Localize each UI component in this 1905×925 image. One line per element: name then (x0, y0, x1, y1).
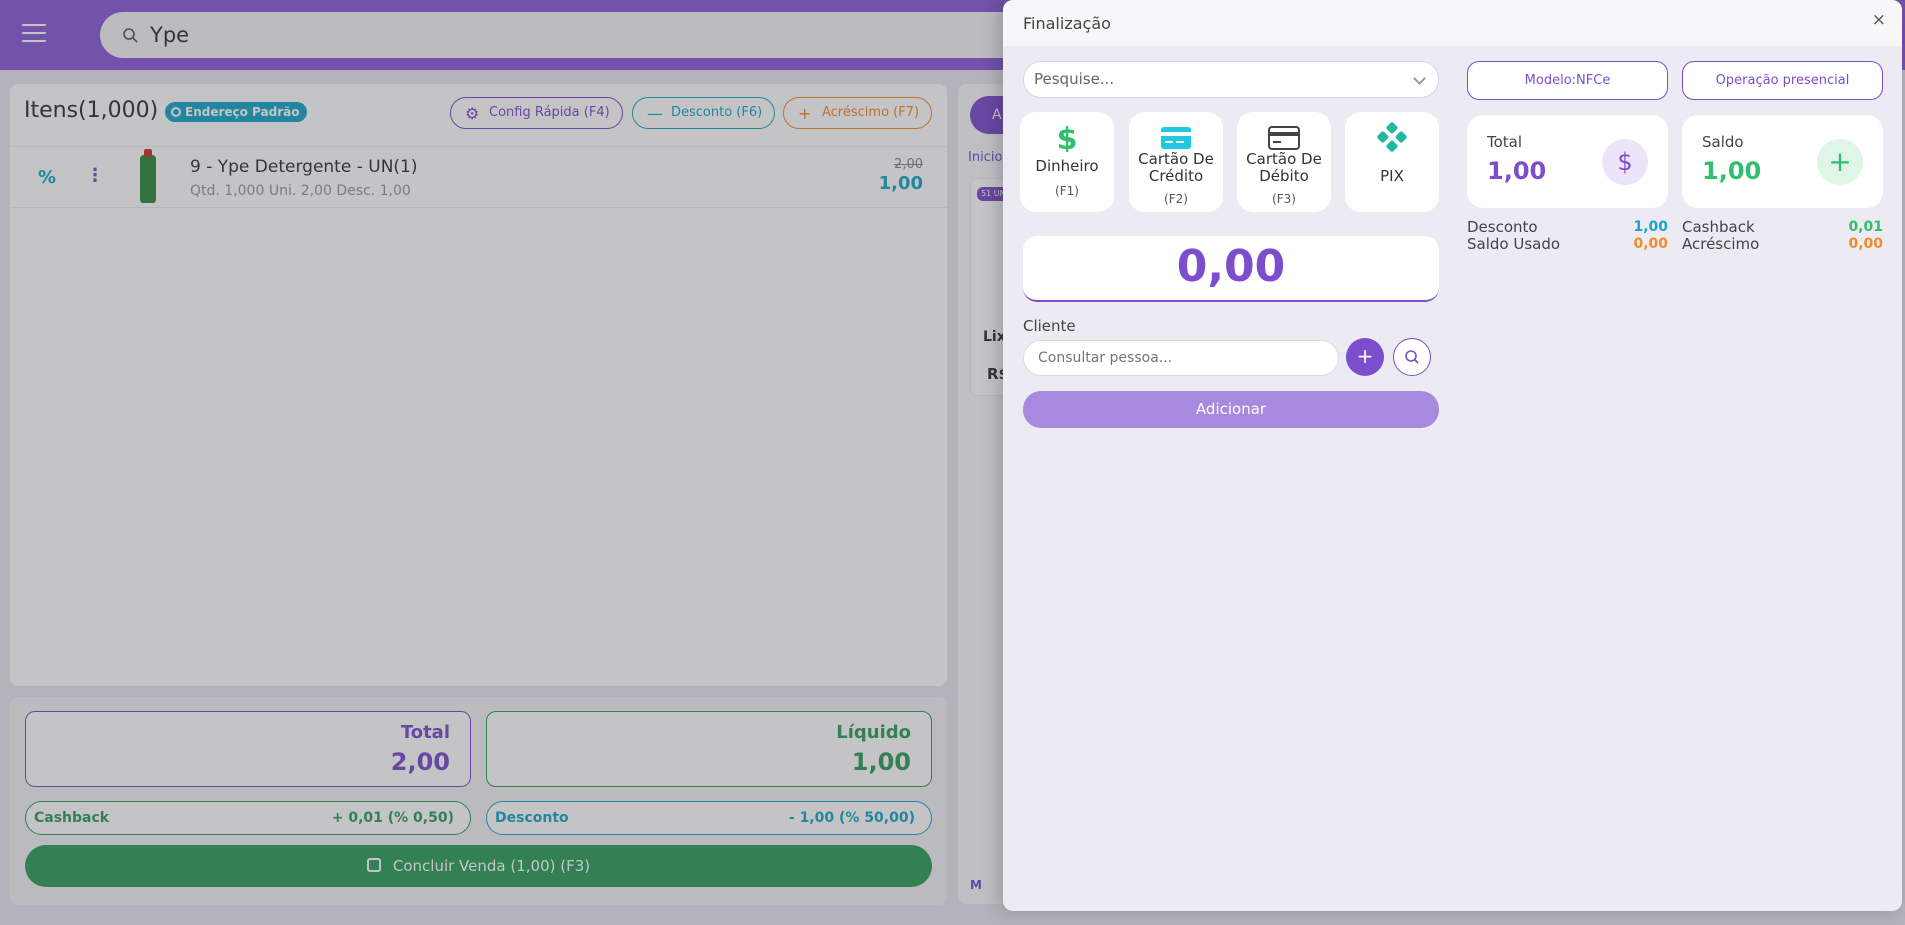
saldo-card: Saldo 1,00 + (1682, 115, 1883, 208)
method-dinheiro[interactable]: $ Dinheiro (F1) (1020, 112, 1114, 212)
acrescimo-detail-label: Acréscimo (1682, 235, 1760, 253)
credit-card-icon (1161, 127, 1191, 149)
saldo-card-value: 1,00 (1702, 157, 1762, 185)
modal-header: Finalização × (1003, 0, 1902, 46)
search-icon (1405, 350, 1419, 364)
total-card: Total 1,00 $ (1467, 115, 1668, 208)
method-pix-label: PIX (1380, 167, 1404, 185)
debit-card-icon (1268, 126, 1300, 150)
adicionar-button[interactable]: Adicionar (1023, 391, 1439, 428)
total-card-value: 1,00 (1487, 157, 1547, 185)
desconto-detail-label: Desconto (1467, 218, 1538, 236)
cashback-detail-label: Cashback (1682, 218, 1755, 236)
method-dinheiro-key: (F1) (1055, 184, 1079, 198)
method-debito-key: (F3) (1272, 192, 1296, 206)
operacao-button[interactable]: Operação presencial (1682, 61, 1883, 100)
close-icon[interactable]: × (1872, 10, 1886, 30)
search-cliente-button[interactable] (1393, 338, 1431, 376)
total-card-label: Total (1487, 133, 1523, 151)
method-dinheiro-label: Dinheiro (1035, 157, 1099, 175)
cliente-label: Cliente (1023, 317, 1076, 335)
svg-text:$: $ (1057, 122, 1078, 152)
payment-search-placeholder: Pesquise... (1034, 70, 1115, 88)
chevron-down-icon (1413, 72, 1426, 85)
method-credito-key: (F2) (1164, 192, 1188, 206)
modelo-button[interactable]: Modelo:NFCe (1467, 61, 1668, 100)
cashback-detail-value: 0,01 (1848, 219, 1883, 235)
method-cartao-debito[interactable]: Cartão De Débito (F3) (1237, 112, 1331, 212)
acrescimo-detail-value: 0,00 (1848, 236, 1883, 252)
saldo-usado-label: Saldo Usado (1467, 235, 1561, 253)
method-pix[interactable]: PIX (1345, 112, 1439, 212)
pix-icon (1377, 122, 1407, 152)
method-cartao-credito[interactable]: Cartão De Crédito (F2) (1129, 112, 1223, 212)
payment-search-select[interactable]: Pesquise... (1023, 61, 1439, 98)
saldo-card-label: Saldo (1702, 133, 1744, 151)
dollar-circle-icon: $ (1602, 139, 1648, 185)
amount-input[interactable]: 0,00 (1023, 236, 1439, 302)
dollar-icon: $ (1057, 122, 1078, 152)
method-credito-label: Cartão De Crédito (1138, 150, 1214, 185)
cliente-search-input[interactable] (1023, 340, 1339, 376)
finalizacao-modal: Finalização × Pesquise... $ Dinheiro (F1… (1003, 0, 1902, 911)
method-debito-label: Cartão De Débito (1246, 150, 1322, 185)
plus-circle-icon[interactable]: + (1817, 139, 1863, 185)
modal-title: Finalização (1023, 14, 1111, 33)
desconto-detail-value: 1,00 (1633, 219, 1668, 235)
saldo-usado-value: 0,00 (1633, 236, 1668, 252)
add-cliente-button[interactable]: + (1346, 338, 1384, 376)
